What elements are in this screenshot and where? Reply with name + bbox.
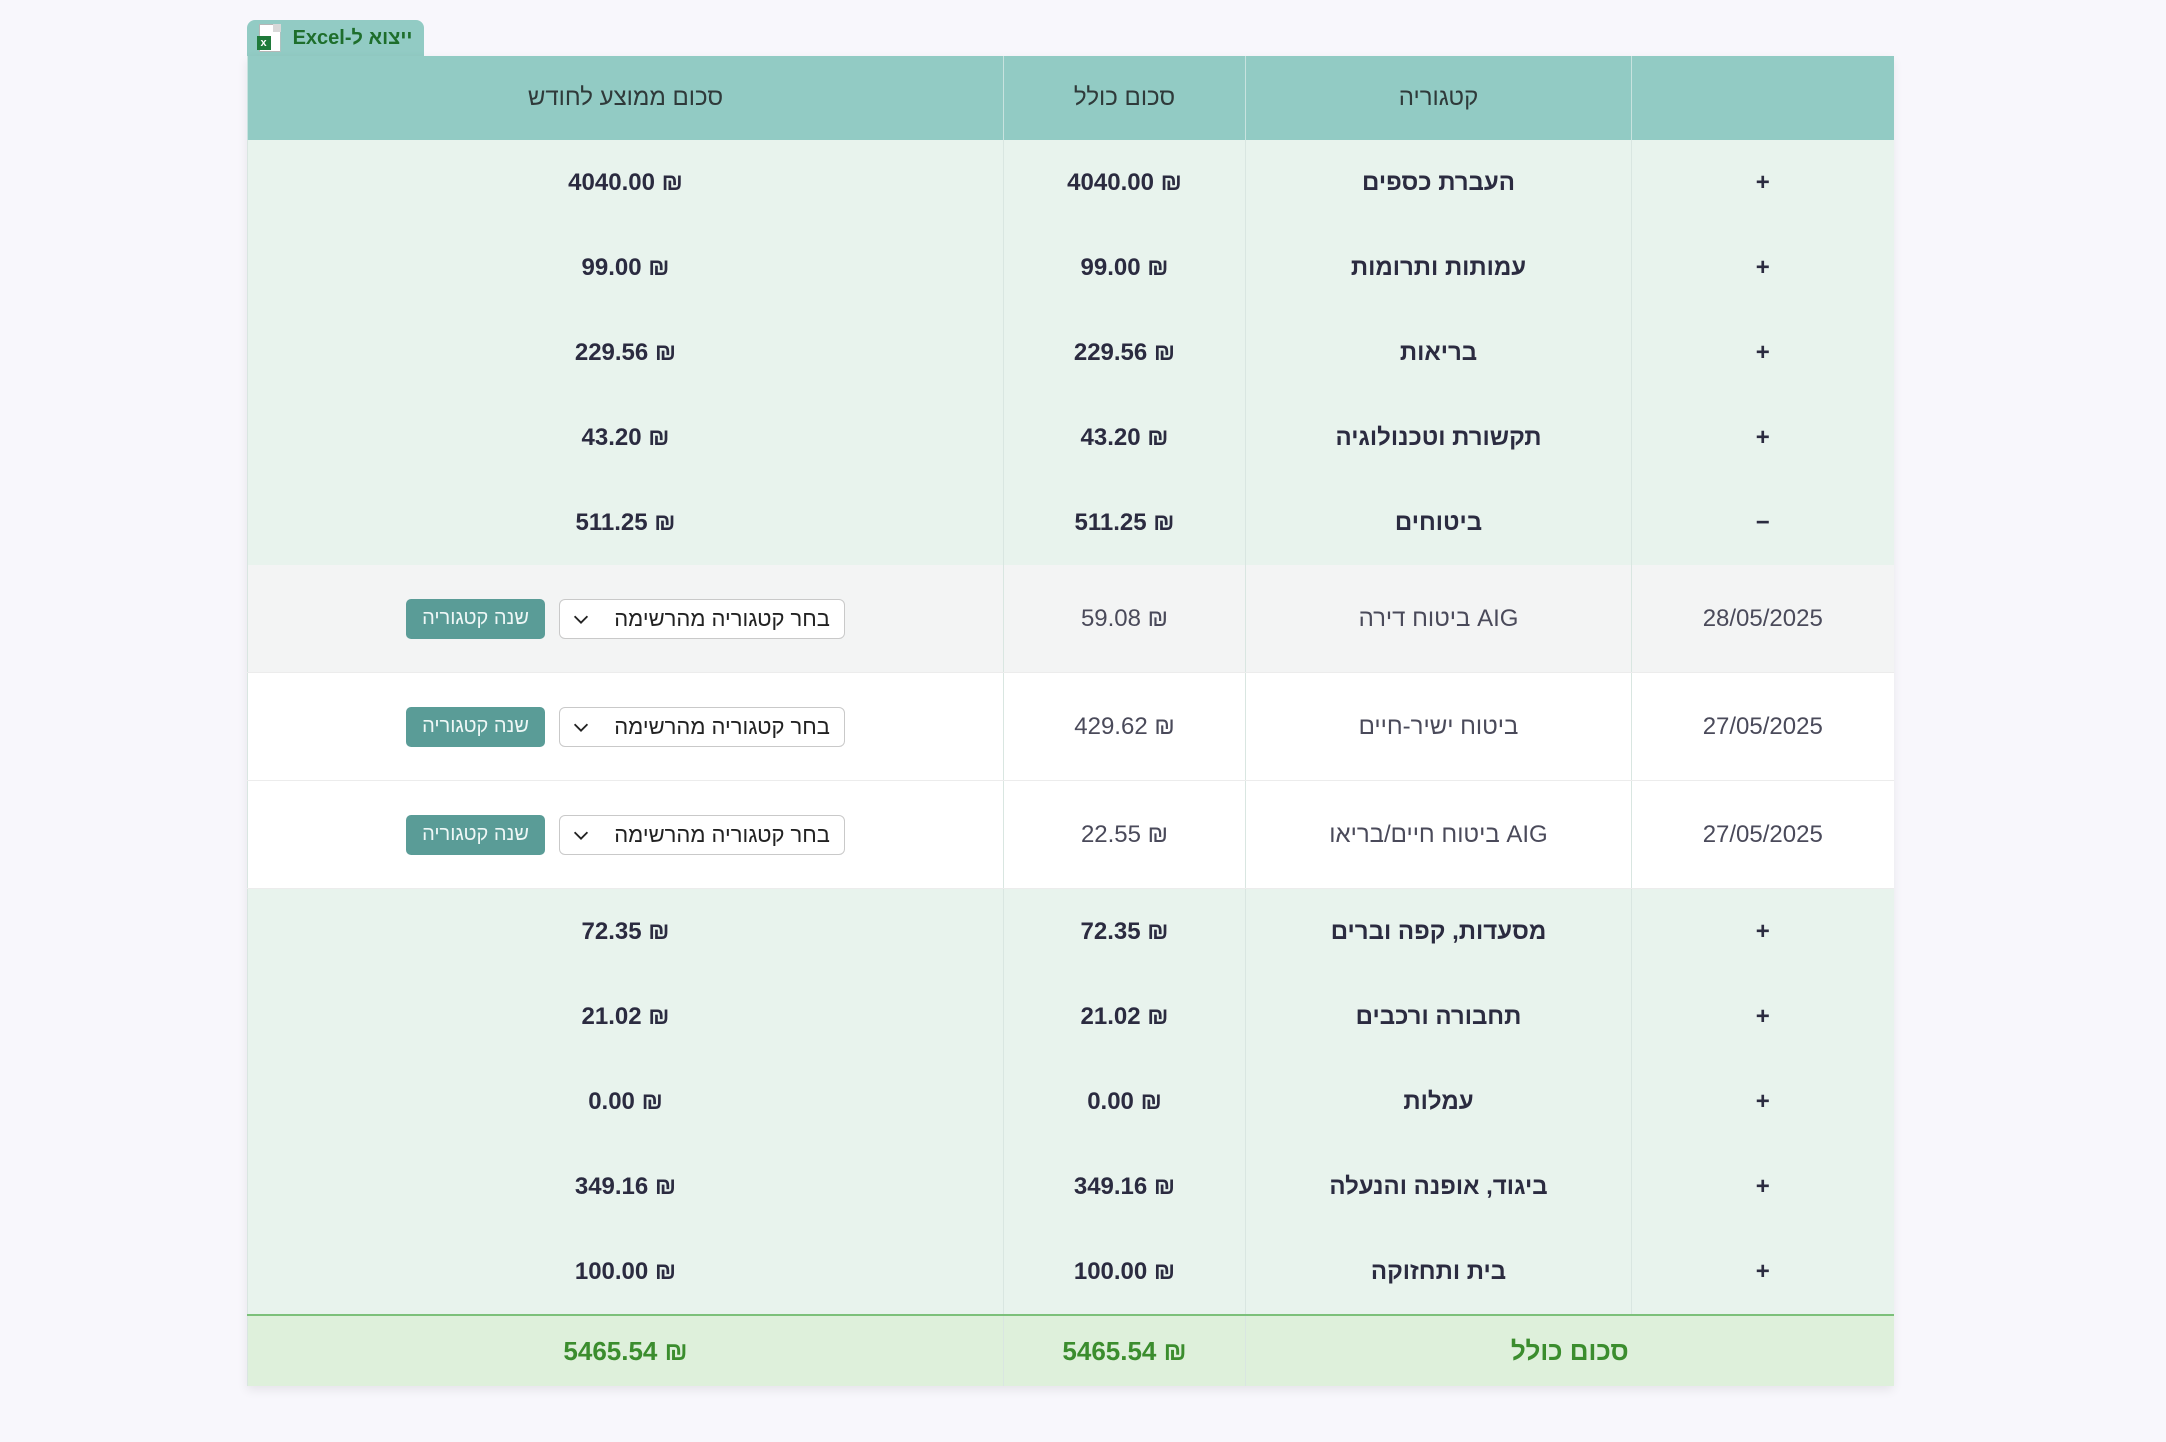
category-total: ₪ 72.35 <box>1003 888 1246 974</box>
export-excel-button[interactable]: x ייצוא ל-Excel <box>247 20 424 56</box>
category-row[interactable]: + תחבורה ורכבים ₪ 21.02 ₪ 21.02 <box>247 974 1894 1059</box>
category-total: ₪ 511.25 <box>1003 480 1246 565</box>
transaction-date: 27/05/2025 <box>1631 672 1894 781</box>
header-expand <box>1631 56 1894 140</box>
category-average: ₪ 72.35 <box>247 888 1004 974</box>
category-average: ₪ 349.16 <box>247 1144 1004 1229</box>
table-header-row: קטגוריה סכום כולל סכום ממוצע לחודש <box>247 56 1894 140</box>
category-row[interactable]: + בית ותחזוקה ₪ 100.00 ₪ 100.00 <box>247 1229 1894 1315</box>
category-total: ₪ 99.00 <box>1003 225 1246 310</box>
transaction-date: 28/05/2025 <box>1631 565 1894 673</box>
category-name: עמותות ותרומות <box>1245 225 1632 310</box>
category-name: בריאות <box>1245 310 1632 395</box>
transaction-row: 27/05/2025 AIG ביטוח חיים/בריאו ₪ 22.55 … <box>247 780 1894 889</box>
header-total: סכום כולל <box>1003 56 1246 140</box>
category-name: ביגוד, אופנה והנעלה <box>1245 1144 1632 1229</box>
expand-toggle[interactable]: + <box>1631 974 1894 1059</box>
category-row-expanded[interactable]: − ביטוחים ₪ 511.25 ₪ 511.25 <box>247 480 1894 565</box>
transaction-actions: בחר קטגוריה מהרשימה שנה קטגוריה <box>247 565 1004 673</box>
category-name: העברת כספים <box>1245 140 1632 225</box>
category-select-value: בחר קטגוריה מהרשימה <box>614 713 830 739</box>
category-row[interactable]: + בריאות ₪ 229.56 ₪ 229.56 <box>247 310 1894 395</box>
change-category-button[interactable]: שנה קטגוריה <box>406 706 545 747</box>
category-name: ביטוחים <box>1245 480 1632 565</box>
category-select[interactable]: בחר קטגוריה מהרשימה <box>558 814 845 855</box>
transaction-date: 27/05/2025 <box>1631 780 1894 889</box>
category-total: ₪ 43.20 <box>1003 395 1246 480</box>
category-row[interactable]: + עמלות ₪ 0.00 ₪ 0.00 <box>247 1059 1894 1144</box>
export-excel-label: ייצוא ל-Excel <box>292 26 413 49</box>
header-average: סכום ממוצע לחודש <box>247 56 1004 140</box>
category-average: ₪ 511.25 <box>247 480 1004 565</box>
transaction-amount: ₪ 429.62 <box>1003 672 1246 781</box>
category-total: ₪ 21.02 <box>1003 974 1246 1059</box>
category-total: ₪ 4040.00 <box>1003 140 1246 225</box>
transaction-amount: ₪ 59.08 <box>1003 565 1246 673</box>
category-total: ₪ 229.56 <box>1003 310 1246 395</box>
category-average: ₪ 229.56 <box>247 310 1004 395</box>
chevron-down-icon <box>573 615 589 624</box>
excel-file-icon: x <box>256 24 283 52</box>
transaction-row: 27/05/2025 ביטוח ישיר-חיים ₪ 429.62 בחר … <box>247 672 1894 781</box>
collapse-toggle[interactable]: − <box>1631 480 1894 565</box>
grand-total-average: ₪ 5465.54 <box>247 1314 1004 1386</box>
expand-toggle[interactable]: + <box>1631 225 1894 310</box>
expand-toggle[interactable]: + <box>1631 888 1894 974</box>
expand-toggle[interactable]: + <box>1631 1144 1894 1229</box>
category-row[interactable]: + עמותות ותרומות ₪ 99.00 ₪ 99.00 <box>247 225 1894 310</box>
category-name: מסעדות, קפה וברים <box>1245 888 1632 974</box>
grand-total-amount: ₪ 5465.54 <box>1003 1314 1246 1386</box>
category-total: ₪ 0.00 <box>1003 1059 1246 1144</box>
category-average: ₪ 100.00 <box>247 1229 1004 1315</box>
chevron-down-icon <box>573 831 589 840</box>
category-name: בית ותחזוקה <box>1245 1229 1632 1315</box>
category-row[interactable]: + מסעדות, קפה וברים ₪ 72.35 ₪ 72.35 <box>247 888 1894 974</box>
header-category: קטגוריה <box>1245 56 1632 140</box>
change-category-button[interactable]: שנה קטגוריה <box>406 598 545 639</box>
expand-toggle[interactable]: + <box>1631 140 1894 225</box>
expand-toggle[interactable]: + <box>1631 1059 1894 1144</box>
expand-toggle[interactable]: + <box>1631 310 1894 395</box>
transaction-row: 28/05/2025 AIG ביטוח דירה ₪ 59.08 בחר קט… <box>247 565 1894 673</box>
category-total: ₪ 349.16 <box>1003 1144 1246 1229</box>
category-select[interactable]: בחר קטגוריה מהרשימה <box>558 598 845 639</box>
transaction-description: AIG ביטוח דירה <box>1245 565 1632 673</box>
expand-toggle[interactable]: + <box>1631 1229 1894 1315</box>
category-row[interactable]: + ביגוד, אופנה והנעלה ₪ 349.16 ₪ 349.16 <box>247 1144 1894 1229</box>
category-average: ₪ 0.00 <box>247 1059 1004 1144</box>
category-average: ₪ 21.02 <box>247 974 1004 1059</box>
category-row[interactable]: + תקשורת וטכנולוגיה ₪ 43.20 ₪ 43.20 <box>247 395 1894 480</box>
category-average: ₪ 4040.00 <box>247 140 1004 225</box>
transaction-description: ביטוח ישיר-חיים <box>1245 672 1632 781</box>
transaction-amount: ₪ 22.55 <box>1003 780 1246 889</box>
category-name: תקשורת וטכנולוגיה <box>1245 395 1632 480</box>
change-category-button[interactable]: שנה קטגוריה <box>406 814 545 855</box>
category-select-value: בחר קטגוריה מהרשימה <box>614 821 830 847</box>
expand-toggle[interactable]: + <box>1631 395 1894 480</box>
chevron-down-icon <box>573 723 589 732</box>
category-row[interactable]: + העברת כספים ₪ 4040.00 ₪ 4040.00 <box>247 140 1894 225</box>
grand-total-label: סכום כולל <box>1245 1314 1894 1386</box>
category-name: תחבורה ורכבים <box>1245 974 1632 1059</box>
category-select-value: בחר קטגוריה מהרשימה <box>614 605 830 631</box>
transaction-actions: בחר קטגוריה מהרשימה שנה קטגוריה <box>247 780 1004 889</box>
category-name: עמלות <box>1245 1059 1632 1144</box>
category-summary-table: קטגוריה סכום כולל סכום ממוצע לחודש + העב… <box>247 56 1894 1386</box>
category-average: ₪ 99.00 <box>247 225 1004 310</box>
transaction-actions: בחר קטגוריה מהרשימה שנה קטגוריה <box>247 672 1004 781</box>
category-total: ₪ 100.00 <box>1003 1229 1246 1315</box>
transaction-description: AIG ביטוח חיים/בריאו <box>1245 780 1632 889</box>
grand-total-row: סכום כולל ₪ 5465.54 ₪ 5465.54 <box>247 1314 1894 1386</box>
category-average: ₪ 43.20 <box>247 395 1004 480</box>
category-select[interactable]: בחר קטגוריה מהרשימה <box>558 706 845 747</box>
